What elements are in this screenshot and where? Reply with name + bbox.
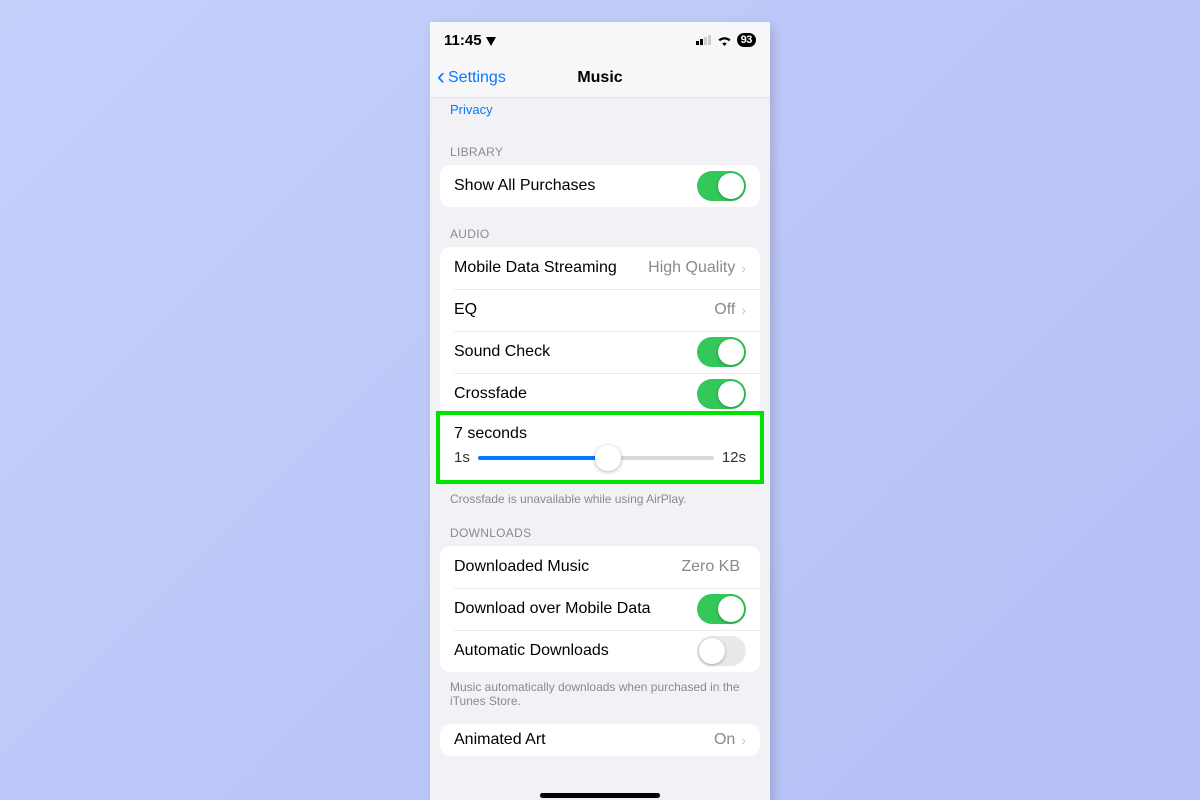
chevron-right-icon: ›	[741, 260, 746, 276]
row-label: Downloaded Music	[454, 558, 681, 576]
row-automatic-downloads: Automatic Downloads	[440, 630, 760, 672]
crossfade-slider[interactable]	[478, 456, 714, 460]
row-value: High Quality	[648, 259, 735, 277]
row-label: Mobile Data Streaming	[454, 259, 648, 277]
back-button[interactable]: ‹ Settings	[437, 67, 506, 89]
row-label: EQ	[454, 301, 714, 319]
toggle-download-cellular[interactable]	[697, 594, 746, 624]
downloads-footnote: Music automatically downloads when purch…	[430, 672, 770, 708]
slider-min-label: 1s	[454, 449, 470, 466]
toggle-automatic-downloads[interactable]	[697, 636, 746, 666]
status-time: 11:45	[444, 32, 482, 49]
home-indicator	[540, 793, 660, 798]
crossfade-footnote: Crossfade is unavailable while using Air…	[430, 484, 770, 506]
toggle-show-all-purchases[interactable]	[697, 171, 746, 201]
section-header-audio: AUDIO	[430, 207, 770, 247]
toggle-sound-check[interactable]	[697, 337, 746, 367]
group-library: Show All Purchases	[440, 165, 760, 207]
crossfade-slider-section: 7 seconds 1s 12s	[436, 411, 764, 484]
slider-value-label: 7 seconds	[454, 425, 746, 443]
back-label: Settings	[448, 69, 506, 87]
page-title: Music	[577, 69, 622, 87]
row-downloaded-music[interactable]: Downloaded Music Zero KB	[440, 546, 760, 588]
section-header-library: LIBRARY	[430, 125, 770, 165]
chevron-right-icon: ›	[741, 732, 746, 748]
row-mobile-data-streaming[interactable]: Mobile Data Streaming High Quality ›	[440, 247, 760, 289]
chevron-right-icon: ›	[741, 302, 746, 318]
row-show-all-purchases: Show All Purchases	[440, 165, 760, 207]
group-animated-art: Animated Art On ›	[440, 724, 760, 756]
slider-max-label: 12s	[722, 449, 746, 466]
row-eq[interactable]: EQ Off ›	[440, 289, 760, 331]
row-sound-check: Sound Check	[440, 331, 760, 373]
row-value: Zero KB	[681, 558, 740, 576]
row-label: Show All Purchases	[454, 177, 697, 195]
wifi-icon	[717, 35, 732, 46]
location-icon	[486, 34, 496, 46]
row-crossfade: Crossfade	[440, 373, 760, 415]
chevron-left-icon: ‹	[437, 65, 445, 89]
toggle-crossfade[interactable]	[697, 379, 746, 409]
nav-bar: ‹ Settings Music	[430, 58, 770, 98]
battery-indicator: 93	[737, 33, 756, 47]
section-header-downloads: DOWNLOADS	[430, 506, 770, 546]
phone-frame: 11:45 93 ‹ Settings Music Privacy LIBRAR…	[430, 22, 770, 800]
row-label: Crossfade	[454, 385, 697, 403]
row-value: On	[714, 731, 735, 749]
group-audio: Mobile Data Streaming High Quality › EQ …	[440, 247, 760, 415]
scroll-content[interactable]: Privacy LIBRARY Show All Purchases AUDIO…	[430, 98, 770, 776]
row-label: Download over Mobile Data	[454, 600, 697, 618]
signal-icon	[696, 35, 712, 45]
privacy-link[interactable]: Privacy	[430, 98, 770, 125]
row-label: Automatic Downloads	[454, 642, 697, 660]
row-animated-art[interactable]: Animated Art On ›	[440, 724, 760, 756]
row-label: Animated Art	[454, 731, 714, 749]
row-value: Off	[714, 301, 735, 319]
group-downloads: Downloaded Music Zero KB Download over M…	[440, 546, 760, 672]
row-label: Sound Check	[454, 343, 697, 361]
row-download-cellular: Download over Mobile Data	[440, 588, 760, 630]
slider-thumb[interactable]	[595, 445, 621, 471]
status-bar: 11:45 93	[430, 22, 770, 58]
